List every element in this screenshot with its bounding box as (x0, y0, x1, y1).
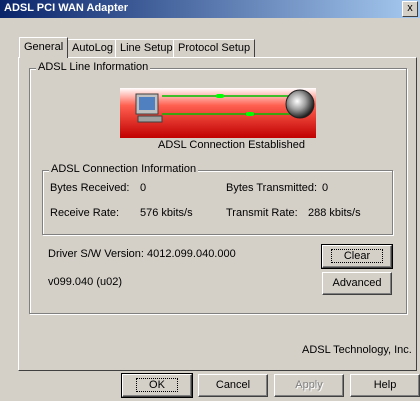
tab-general[interactable]: General (19, 37, 69, 58)
transmit-rate-value: 288 kbits/s (308, 207, 361, 219)
driver-version: Driver S/W Version: 4012.099.040.000 (48, 248, 236, 260)
tab-protocol-setup[interactable]: Protocol Setup (173, 39, 256, 58)
connection-info-legend: ADSL Connection Information (49, 163, 199, 175)
computer-icon (135, 93, 163, 123)
transmit-rate-label: Transmit Rate: (226, 207, 298, 219)
clear-button[interactable]: Clear (321, 244, 393, 269)
window-title: ADSL PCI WAN Adapter (4, 2, 129, 14)
help-button[interactable]: Help (350, 374, 420, 397)
connection-graphic (120, 88, 316, 138)
ok-button-label: OK (136, 378, 178, 392)
receive-rate-label: Receive Rate: (50, 207, 120, 219)
firmware-version: v099.040 (u02) (48, 276, 122, 288)
line-info-legend: ADSL Line Information (36, 61, 151, 73)
title-bar: ADSL PCI WAN Adapter x (0, 0, 420, 18)
receive-rate-value: 576 kbits/s (140, 207, 193, 219)
connection-info-group: ADSL Connection Information (42, 163, 393, 235)
advanced-button[interactable]: Advanced (322, 272, 392, 295)
bytes-transmitted-label: Bytes Transmitted: (226, 182, 318, 194)
globe-icon (285, 89, 315, 119)
tab-autolog[interactable]: AutoLog (67, 39, 118, 58)
ok-button[interactable]: OK (121, 373, 193, 398)
tab-line-setup[interactable]: Line Setup (115, 39, 178, 58)
tx-packet (216, 94, 224, 98)
close-button[interactable]: x (402, 1, 418, 17)
close-icon: x (407, 2, 413, 14)
rx-packet (246, 112, 254, 116)
vendor-name: ADSL Technology, Inc. (302, 344, 412, 356)
bytes-received-value: 0 (140, 182, 147, 194)
bytes-transmitted-value: 0 (322, 182, 329, 194)
connection-status: ADSL Connection Established (158, 139, 305, 151)
bytes-received-label: Bytes Received: (50, 182, 130, 194)
clear-button-label: Clear (330, 249, 384, 263)
apply-button[interactable]: Apply (274, 374, 344, 397)
cancel-button[interactable]: Cancel (198, 374, 268, 397)
